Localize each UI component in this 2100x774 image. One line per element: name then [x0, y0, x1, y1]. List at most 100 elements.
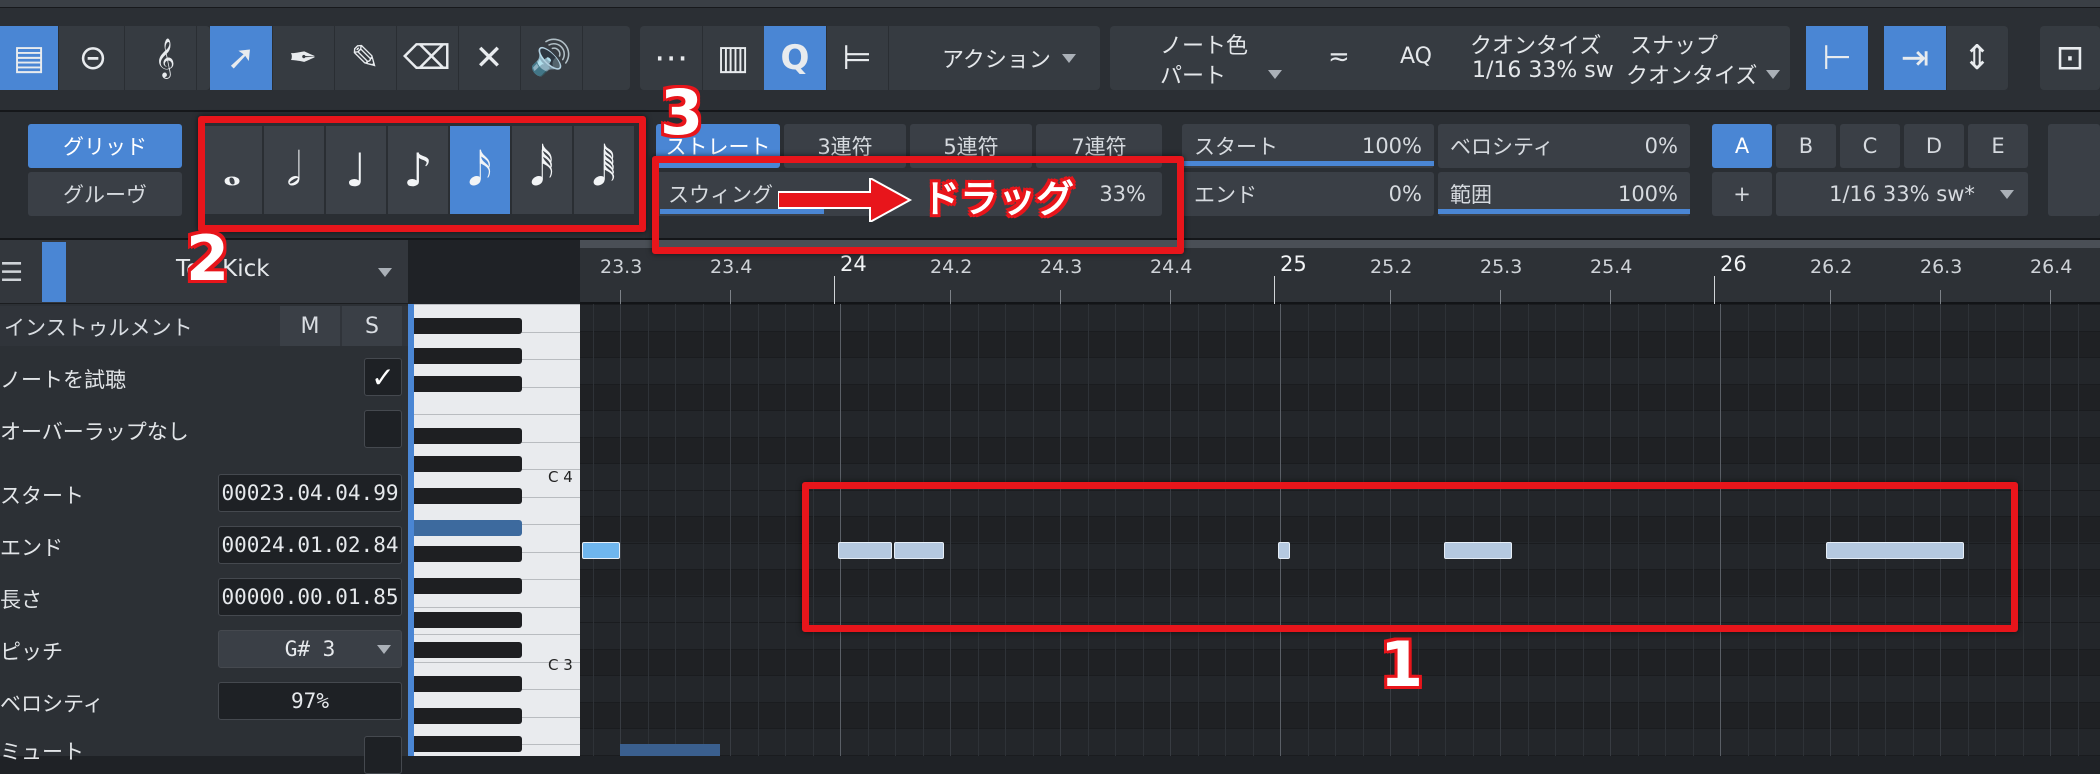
keyboard-icon[interactable]: ▥	[702, 26, 765, 90]
black-key[interactable]	[414, 578, 522, 594]
note-color-label: ノート色	[1160, 34, 1249, 59]
expand-panel-icon[interactable]	[2048, 124, 2100, 216]
arrow-tool-icon[interactable]: ➚	[210, 26, 273, 90]
humanize-icon[interactable]: ≂	[1328, 42, 1350, 72]
velocity-value: 0%	[1644, 134, 1678, 158]
length-field[interactable]: 00000.00.01.85	[218, 578, 402, 616]
black-key[interactable]	[414, 348, 522, 364]
grid-row-black	[580, 436, 2100, 463]
ruler-label: 25.3	[1480, 256, 1523, 278]
preset-chevron-down-icon	[2000, 190, 2014, 199]
end-value: 0%	[1388, 182, 1422, 206]
aq-button[interactable]: AQ	[1400, 44, 1432, 69]
start-field[interactable]: 00023.04.04.99	[218, 474, 402, 512]
mute-tool-icon[interactable]: ✕	[458, 26, 521, 90]
listen-tool-icon[interactable]: 🔊	[520, 26, 583, 90]
fullscreen-icon[interactable]: ⊡	[2040, 26, 2100, 90]
grid-column-line	[675, 304, 676, 756]
list-icon[interactable]: ☰	[0, 258, 23, 288]
drag-caption: ドラッグ	[922, 177, 1075, 221]
black-key[interactable]	[414, 612, 522, 628]
snap-split-icon[interactable]: ⇕	[1946, 26, 2009, 90]
start-label: スタート	[1194, 135, 1278, 159]
audition-label: ノートを試聴	[0, 368, 126, 392]
grid-row-line	[580, 675, 2100, 676]
ruler-label: 25.4	[1590, 256, 1633, 278]
action-menu[interactable]: アクション	[942, 42, 1051, 74]
velocity-slider[interactable]: ベロシティ 0%	[1438, 124, 1690, 168]
pitch-select[interactable]: G# 3	[218, 630, 402, 668]
snap-forward-icon[interactable]: ⇥	[1884, 26, 1947, 90]
ruler-label: 24.4	[1150, 256, 1193, 278]
preset-d-button[interactable]: D	[1904, 124, 1964, 168]
note-color-select[interactable]: パート	[1160, 58, 1226, 90]
action-chevron-down-icon	[1062, 54, 1076, 63]
range-slider[interactable]: 範囲 100%	[1438, 172, 1690, 216]
score-view-icon[interactable]: 𝄞	[134, 26, 197, 90]
audition-checkbox[interactable]: ✓	[364, 358, 402, 396]
quantize-select[interactable]: 1/16 33% sw	[1472, 58, 1614, 83]
grid-column-line	[730, 304, 731, 756]
note-color-chevron-down-icon	[1268, 70, 1282, 79]
black-key[interactable]	[414, 708, 522, 724]
end-field[interactable]: 00024.01.02.84	[218, 526, 402, 564]
grid-column-line	[702, 304, 704, 756]
instrument-label: インストゥルメント	[4, 316, 193, 340]
black-key[interactable]	[414, 642, 522, 658]
black-key[interactable]	[414, 736, 522, 752]
ruler-tick	[1714, 276, 1715, 304]
grid-button[interactable]: グリッド	[28, 124, 182, 168]
eraser-tool-icon[interactable]: ⌫	[396, 26, 459, 90]
black-key[interactable]	[414, 546, 522, 562]
preset-e-button[interactable]: E	[1968, 124, 2028, 168]
velocity-field[interactable]: 97%	[218, 682, 402, 720]
quantize-settings-group: ノート色 パート ≂ AQ クオンタイズ 1/16 33% sw スナップ クオ…	[1110, 26, 1790, 90]
grid-column-line	[2050, 304, 2051, 756]
groove-button[interactable]: グルーヴ	[28, 172, 182, 216]
range-label: 範囲	[1450, 183, 1492, 207]
black-key[interactable]	[414, 520, 522, 536]
snap-to-grid-icon[interactable]: ⊢	[1806, 26, 1869, 90]
start-slider[interactable]: スタート 100%	[1182, 124, 1434, 168]
note-event[interactable]	[582, 542, 620, 559]
preset-select[interactable]: 1/16 33% sw*	[1776, 172, 2028, 216]
drum-view-icon[interactable]: ⊝	[62, 26, 125, 90]
pen-tool-icon[interactable]: ✒	[272, 26, 335, 90]
no-overlap-checkbox[interactable]	[364, 410, 402, 448]
black-key[interactable]	[414, 318, 522, 334]
black-key[interactable]	[414, 428, 522, 444]
preset-a-button[interactable]: A	[1712, 124, 1772, 168]
black-key[interactable]	[414, 676, 522, 692]
grid-column-line	[592, 304, 594, 756]
paint-tool-icon[interactable]: ✎	[334, 26, 397, 90]
inspector-toggle-icon[interactable]: ▤	[0, 26, 59, 90]
mute-button[interactable]: M	[280, 306, 340, 346]
grid-column-line	[2077, 304, 2079, 756]
black-key[interactable]	[414, 488, 522, 504]
black-key[interactable]	[414, 456, 522, 472]
ruler-tick	[1274, 276, 1275, 304]
piano-keyboard[interactable]: C 4 C 3	[408, 304, 580, 756]
preset-b-button[interactable]: B	[1776, 124, 1836, 168]
grid-column-line	[757, 304, 759, 756]
solo-button[interactable]: S	[342, 306, 402, 346]
preset-c-button[interactable]: C	[1840, 124, 1900, 168]
annotation-box-swing	[652, 156, 1184, 254]
mute-row-label: ミュート	[0, 740, 84, 764]
ruler-label: 23.3	[600, 256, 643, 278]
snap-select[interactable]: クオンタイズ	[1626, 58, 1757, 90]
black-key[interactable]	[414, 376, 522, 392]
pitch-chevron-down-icon	[377, 645, 391, 654]
end-slider[interactable]: エンド 0%	[1182, 172, 1434, 216]
mute-checkbox[interactable]	[364, 736, 402, 774]
ruler-tick	[950, 290, 951, 304]
quantize-q-icon[interactable]: Q	[764, 26, 827, 90]
start-value: 100%	[1361, 134, 1422, 158]
grid-column-line	[2022, 304, 2024, 756]
ruler-tick	[1940, 290, 1941, 304]
length-icon[interactable]: ⊨	[826, 26, 889, 90]
preset-add-button[interactable]: +	[1712, 172, 1772, 216]
track-color-chip	[42, 242, 66, 302]
edit-group: ⋯ ▥ Q ⊨ アクション	[640, 26, 1100, 90]
ruler-tick	[1500, 290, 1501, 304]
